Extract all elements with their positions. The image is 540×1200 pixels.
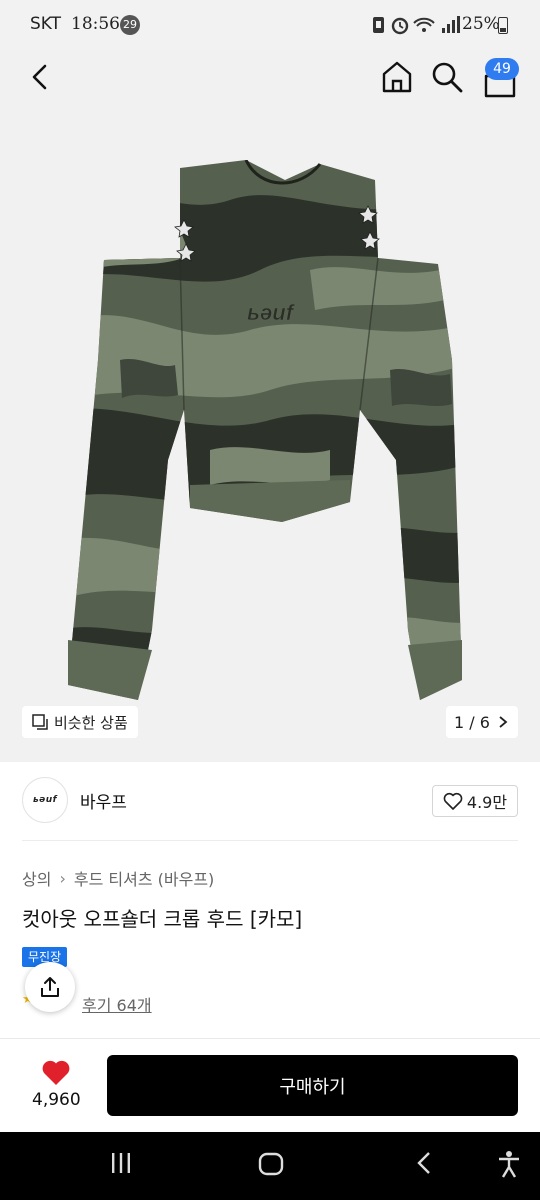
- recent-apps-icon[interactable]: [108, 1150, 134, 1176]
- image-logo-text: ьəuf: [247, 300, 296, 325]
- chevron-right-icon: ›: [59, 868, 66, 888]
- battery-icon: [498, 17, 508, 34]
- brand-like-button[interactable]: 4.9만: [432, 785, 518, 817]
- similar-icon: [32, 714, 48, 730]
- brand-like-count: 4.9만: [466, 793, 508, 812]
- product-image[interactable]: ьəuf: [60, 160, 480, 705]
- breadcrumb-subcategory[interactable]: 후드 티셔츠 (바우프): [74, 866, 214, 890]
- breadcrumb-category[interactable]: 상의: [22, 866, 51, 890]
- back-nav-icon[interactable]: [413, 1150, 437, 1176]
- share-icon: [41, 977, 59, 997]
- similar-products-label: 비슷한 상품: [54, 713, 128, 732]
- product-like-count: 4,960: [32, 1090, 81, 1110]
- carrier-label: SKT: [30, 14, 62, 34]
- heart-filled-icon[interactable]: [41, 1058, 71, 1086]
- brand-logo[interactable]: ьəuf: [22, 777, 68, 823]
- similar-products-button[interactable]: 비슷한 상품: [22, 706, 138, 738]
- nfc-icon: [373, 17, 384, 33]
- alarm-icon: [391, 17, 409, 35]
- breadcrumb: 상의 › 후드 티셔츠 (바우프): [22, 866, 214, 890]
- image-counter-text: 1 / 6: [454, 712, 490, 732]
- cart-count-badge: 49: [485, 58, 519, 80]
- brand-logo-text: ьəuf: [32, 795, 58, 805]
- status-icons: [373, 16, 460, 35]
- notification-count-badge: 29: [120, 15, 140, 35]
- buy-button[interactable]: 구매하기: [107, 1055, 518, 1116]
- home-icon[interactable]: [380, 59, 414, 95]
- accessibility-icon[interactable]: [496, 1150, 522, 1178]
- brand-name[interactable]: 바우프: [80, 788, 127, 813]
- back-icon[interactable]: [26, 62, 56, 92]
- chevron-right-icon: [499, 716, 508, 728]
- home-nav-icon[interactable]: [257, 1150, 285, 1178]
- wifi-icon: [413, 17, 435, 32]
- share-button[interactable]: [25, 962, 75, 1012]
- divider: [22, 840, 518, 841]
- image-counter[interactable]: 1 / 6: [446, 706, 518, 738]
- clock: 18:56: [71, 14, 120, 34]
- product-title: 컷아웃 오프숄더 크롭 후드 [카모]: [22, 907, 303, 931]
- heart-outline-icon: [443, 792, 463, 810]
- battery-percent: 25%: [462, 14, 500, 34]
- review-link[interactable]: 후기 64개: [82, 992, 152, 1016]
- signal-icon: [442, 16, 460, 33]
- status-bar: SKT 18:56 29 25%: [0, 0, 540, 50]
- search-icon[interactable]: [430, 60, 464, 94]
- buy-button-label: 구매하기: [279, 1076, 346, 1098]
